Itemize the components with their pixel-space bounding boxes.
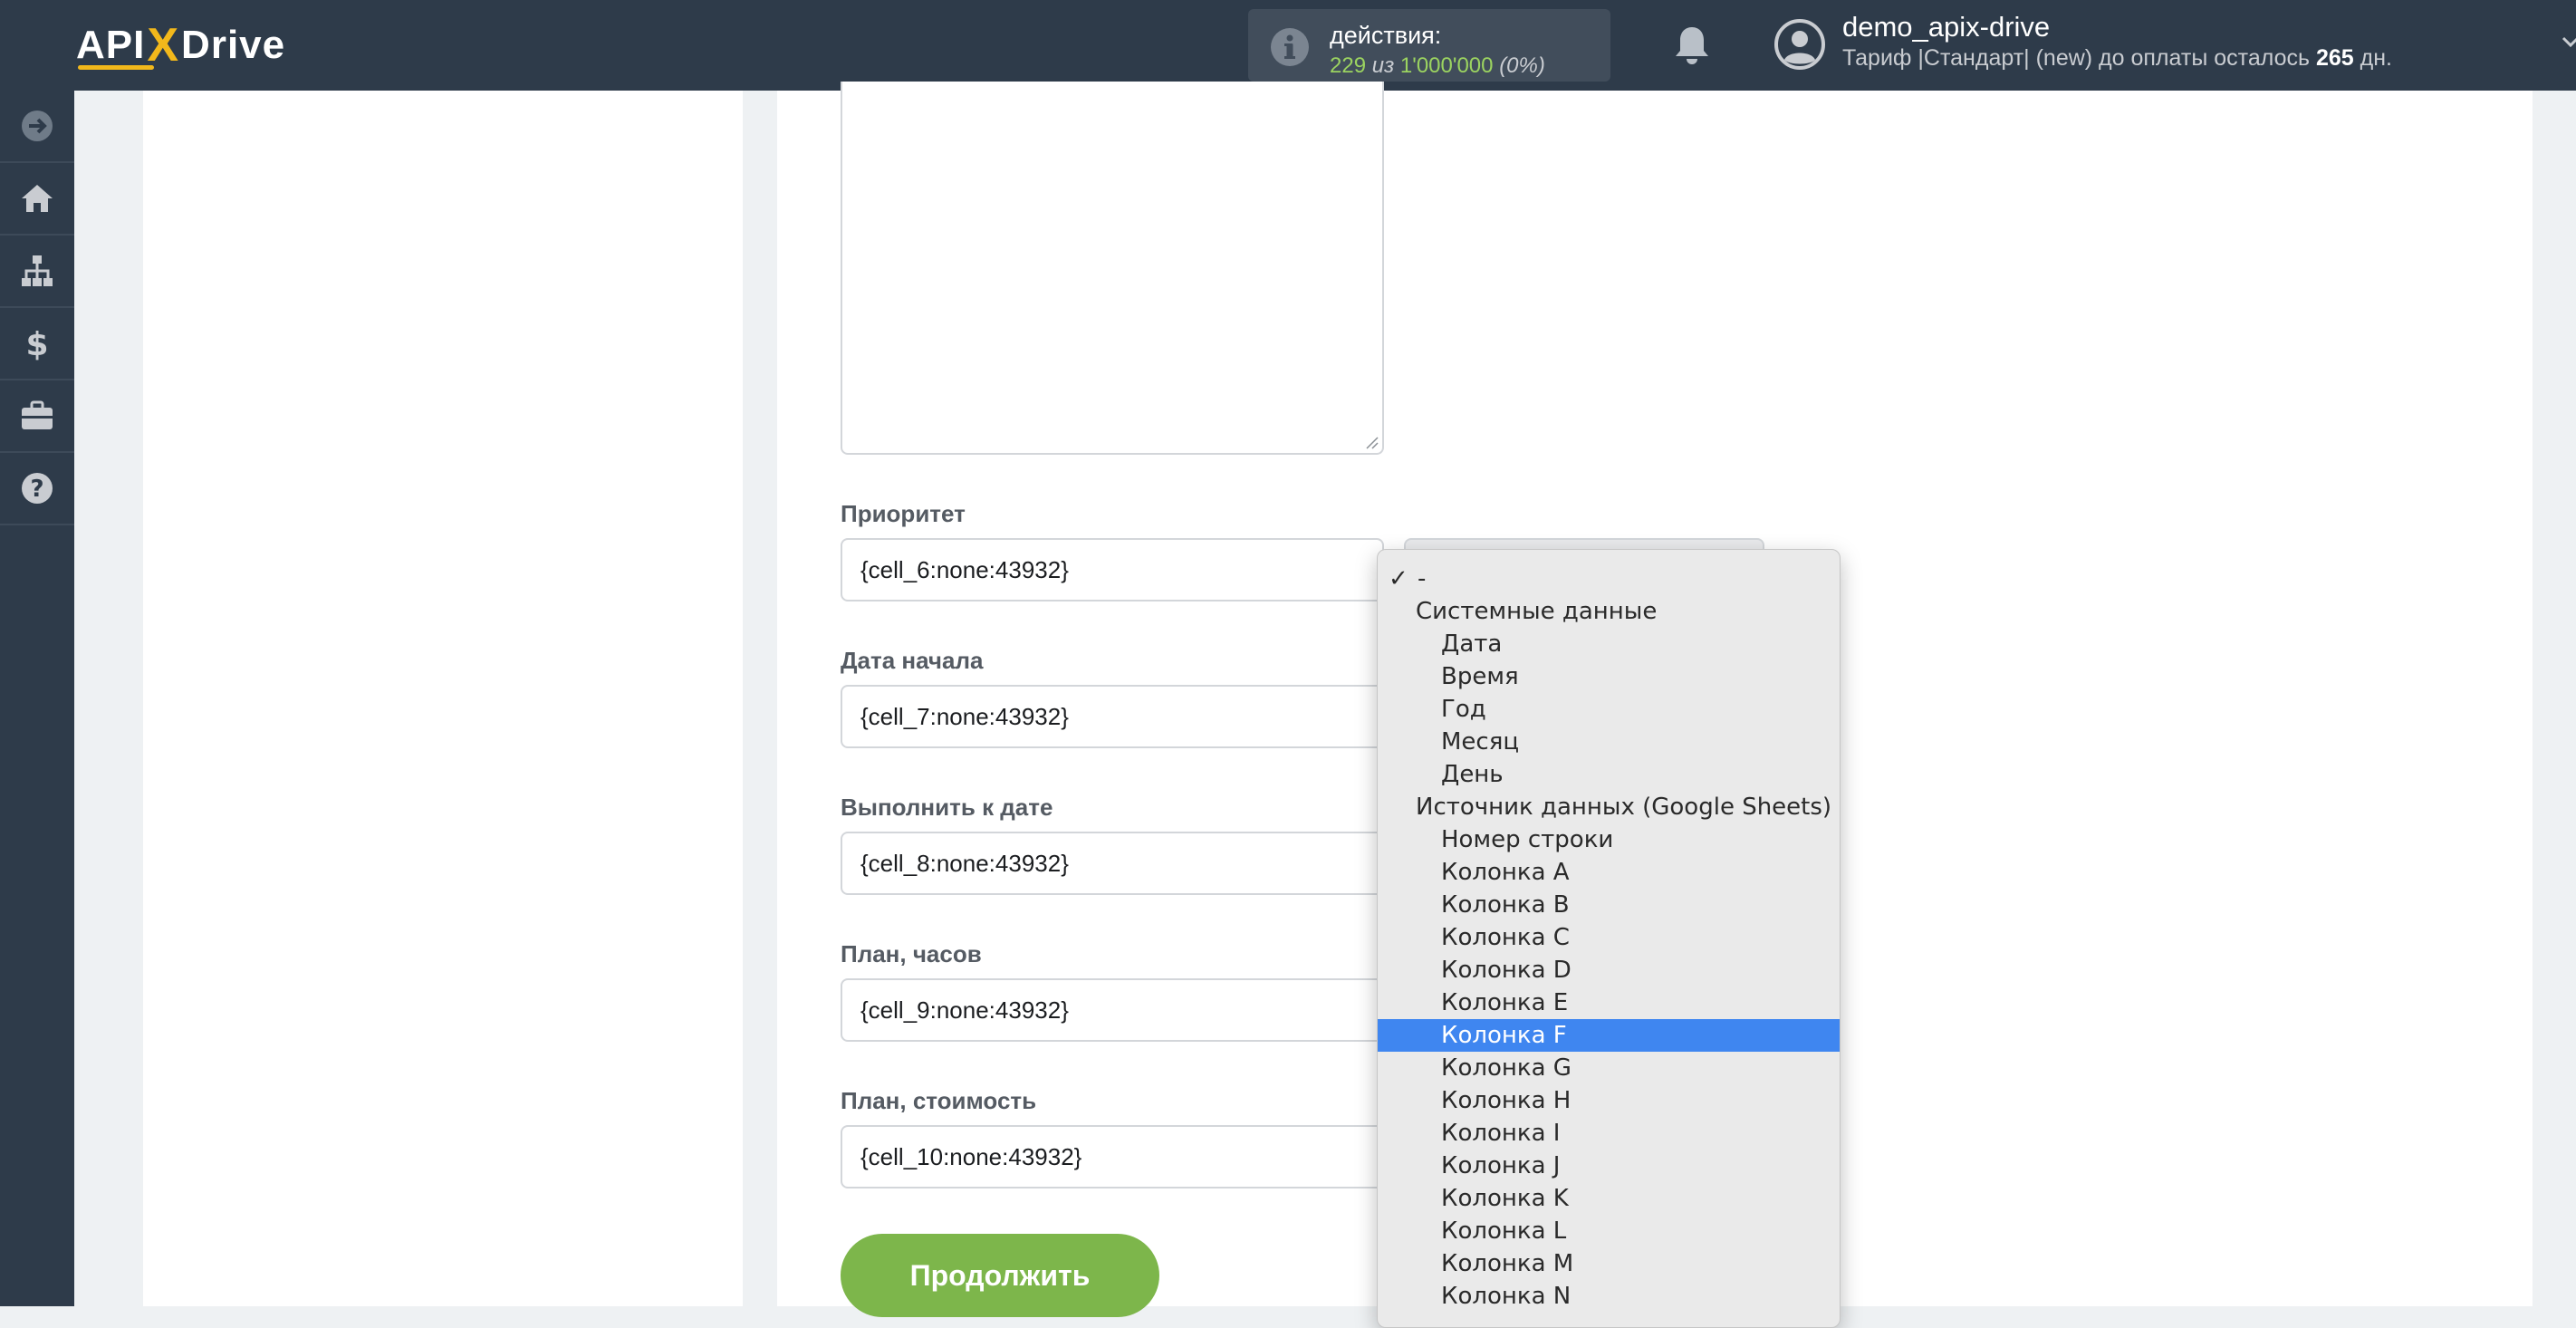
plan-cost-input[interactable]: {cell_10:none:43932}	[841, 1125, 1384, 1188]
sidebar-item-connections[interactable]	[0, 236, 74, 308]
dropdown-option-label: Месяц	[1441, 728, 1520, 755]
field-options-dropdown[interactable]: ✓ - Системные данные Дата Время Год Месяц День И…	[1377, 549, 1841, 1328]
dropdown-option[interactable]: Колонка F	[1378, 1019, 1840, 1052]
svg-text:?: ?	[30, 476, 43, 503]
logo-text-api: API	[76, 23, 146, 67]
dropdown-option-label: Колонка D	[1441, 957, 1572, 984]
arrow-right-icon	[22, 111, 53, 141]
dropdown-option-label: Номер строки	[1441, 826, 1614, 853]
dropdown-option[interactable]: Колонка C	[1378, 921, 1840, 954]
dropdown-option[interactable]: Колонка H	[1378, 1084, 1840, 1117]
sidebar: $ ?	[0, 91, 74, 1306]
actions-title: действия:	[1330, 22, 1442, 49]
dropdown-option[interactable]: Системные данные	[1378, 595, 1840, 628]
dropdown-option[interactable]: Колонка I	[1378, 1117, 1840, 1150]
dropdown-option-label: Колонка C	[1441, 924, 1570, 951]
dropdown-option-label: Колонка F	[1441, 1022, 1567, 1049]
actions-limit: 1'000'000	[1399, 53, 1494, 78]
continue-button[interactable]: Продолжить	[841, 1234, 1159, 1317]
dropdown-option-label: Колонка K	[1441, 1185, 1569, 1212]
due-date-label: Выполнить к дате	[841, 794, 1053, 821]
dropdown-option-label: День	[1441, 761, 1504, 788]
dropdown-option-label: Дата	[1441, 630, 1503, 658]
dropdown-option[interactable]: День	[1378, 758, 1840, 791]
svg-text:$: $	[25, 326, 48, 361]
dropdown-option-label: Источник данных (Google Sheets)	[1416, 794, 1832, 821]
tariff-days-unit: дн.	[2360, 45, 2392, 71]
dropdown-option[interactable]: Месяц	[1378, 726, 1840, 758]
dropdown-option[interactable]: Дата	[1378, 628, 1840, 660]
dropdown-option-label: Колонка E	[1441, 989, 1569, 1016]
dropdown-option[interactable]: Колонка A	[1378, 856, 1840, 889]
apix-drive-logo[interactable]: API X Drive	[76, 16, 285, 74]
dropdown-option-label: Колонка L	[1441, 1217, 1567, 1245]
description-textarea[interactable]	[841, 82, 1384, 455]
dropdown-option[interactable]: Колонка J	[1378, 1150, 1840, 1182]
dropdown-option-label: Год	[1441, 696, 1486, 723]
dropdown-option[interactable]: Год	[1378, 693, 1840, 726]
briefcase-icon	[22, 400, 53, 429]
dropdown-option[interactable]: Время	[1378, 660, 1840, 693]
actions-percent: (0%)	[1499, 53, 1545, 78]
home-icon	[22, 185, 53, 212]
dropdown-option-label: Системные данные	[1416, 598, 1658, 625]
tariff-text: Тариф |Стандарт| (new) до оплаты осталос…	[1842, 45, 2311, 71]
dropdown-option-label: -	[1418, 565, 1427, 592]
logo-text-drive: Drive	[181, 23, 286, 67]
help-icon: ?	[22, 473, 53, 504]
dropdown-option-label: Колонка I	[1441, 1120, 1561, 1147]
due-date-input[interactable]: {cell_8:none:43932}	[841, 832, 1384, 895]
checkmark-icon: ✓	[1389, 565, 1408, 592]
chevron-down-icon[interactable]	[2562, 33, 2576, 51]
sidebar-item-help[interactable]: ?	[0, 453, 74, 525]
logo-underline	[78, 65, 154, 70]
dropdown-option[interactable]: Номер строки	[1378, 823, 1840, 856]
dropdown-option[interactable]: Колонка M	[1378, 1247, 1840, 1280]
resize-grip-icon[interactable]	[1364, 435, 1379, 449]
dropdown-option[interactable]: Колонка D	[1378, 954, 1840, 986]
start-date-label: Дата начала	[841, 647, 984, 674]
dropdown-option-label: Колонка J	[1441, 1152, 1561, 1179]
user-avatar-icon[interactable]	[1773, 18, 1826, 71]
dropdown-option[interactable]: Колонка B	[1378, 889, 1840, 921]
actions-count: 229 из 1'000'000 (0%)	[1330, 53, 1545, 79]
tariff-info: Тариф |Стандарт| (new) до оплаты осталос…	[1842, 45, 2392, 72]
actions-of: из	[1371, 53, 1395, 78]
dollar-icon: $	[25, 326, 48, 361]
dropdown-option-label: Колонка M	[1441, 1250, 1574, 1277]
dropdown-option[interactable]: Колонка N	[1378, 1280, 1840, 1313]
dropdown-option[interactable]: Колонка K	[1378, 1182, 1840, 1215]
bell-icon[interactable]	[1672, 24, 1712, 67]
dropdown-option[interactable]: Колонка E	[1378, 986, 1840, 1019]
priority-label: Приоритет	[841, 500, 966, 527]
sidebar-item-home[interactable]	[0, 163, 74, 236]
start-date-input[interactable]: {cell_7:none:43932}	[841, 685, 1384, 748]
info-icon	[1271, 28, 1309, 66]
dropdown-option-label: Колонка A	[1441, 859, 1570, 886]
sidebar-item-billing[interactable]: $	[0, 308, 74, 380]
plan-hours-label: План, часов	[841, 940, 982, 967]
top-bar: API X Drive действия: 229 из 1'000'000 (…	[0, 0, 2576, 91]
dropdown-option[interactable]: Источник данных (Google Sheets)	[1378, 791, 1840, 823]
sidebar-item-projects[interactable]	[0, 380, 74, 453]
dropdown-option-label: Колонка H	[1441, 1087, 1572, 1114]
dropdown-option-label: Время	[1441, 663, 1519, 690]
plan-hours-input[interactable]: {cell_9:none:43932}	[841, 978, 1384, 1042]
actions-used: 229	[1330, 53, 1367, 78]
logo-text-x: X	[147, 19, 180, 72]
dropdown-option[interactable]: Колонка G	[1378, 1052, 1840, 1084]
left-panel	[143, 91, 743, 1306]
actions-counter[interactable]: действия: 229 из 1'000'000 (0%)	[1248, 9, 1610, 82]
sidebar-item-expand[interactable]	[0, 91, 74, 163]
dropdown-option-label: Колонка B	[1441, 891, 1570, 919]
username[interactable]: demo_apix-drive	[1842, 11, 2050, 43]
sitemap-icon	[22, 255, 53, 286]
dropdown-option[interactable]: ✓ -	[1378, 563, 1840, 595]
priority-input[interactable]: {cell_6:none:43932}	[841, 538, 1384, 601]
tariff-days: 265	[2315, 45, 2354, 71]
dropdown-option[interactable]: Колонка L	[1378, 1215, 1840, 1247]
plan-cost-label: План, стоимость	[841, 1087, 1037, 1114]
dropdown-option-label: Колонка G	[1441, 1054, 1572, 1082]
